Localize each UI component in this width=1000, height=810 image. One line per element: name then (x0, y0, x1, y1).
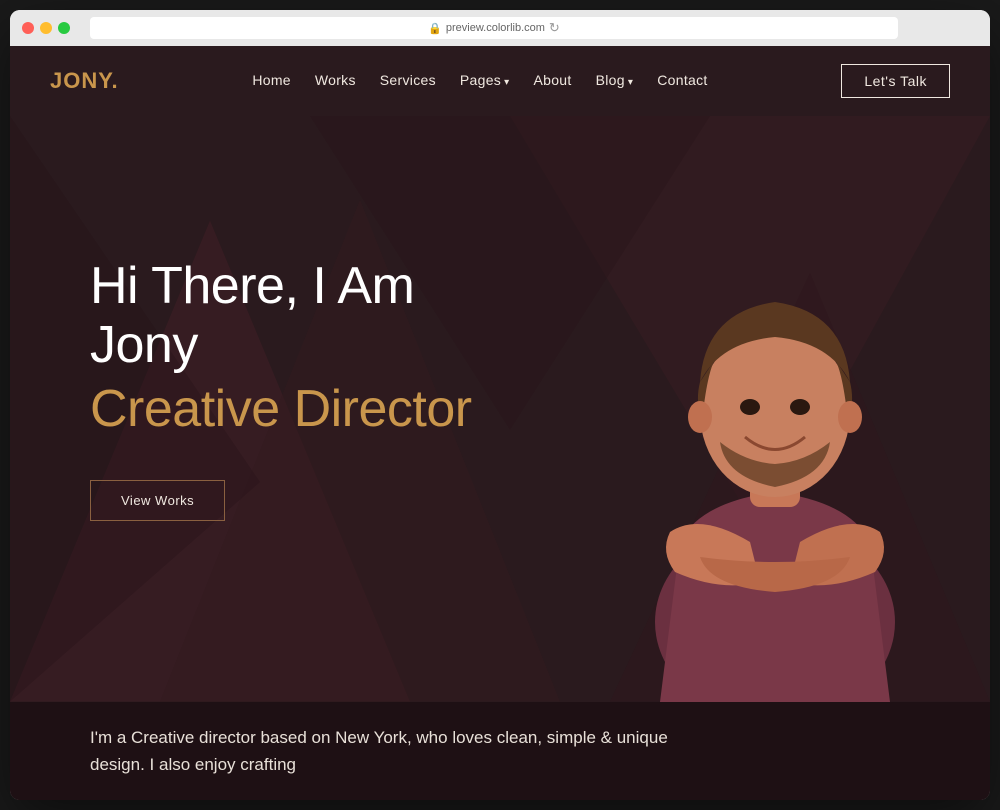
lock-icon: 🔒 (428, 22, 442, 35)
traffic-lights (22, 22, 70, 34)
minimize-button[interactable] (40, 22, 52, 34)
hero-title: Hi There, I Am Jony (90, 257, 530, 377)
nav-item-contact[interactable]: Contact (657, 72, 707, 90)
nav-item-about[interactable]: About (534, 72, 572, 90)
nav-link-contact[interactable]: Contact (657, 72, 707, 88)
nav-link-home[interactable]: Home (252, 72, 291, 88)
bottom-description: I'm a Creative director based on New Yor… (90, 724, 690, 778)
bottom-bar: I'm a Creative director based on New Yor… (10, 702, 990, 800)
hero-subtitle: Creative Director (90, 380, 530, 440)
nav-item-works[interactable]: Works (315, 72, 356, 90)
hero-person-image (620, 186, 930, 701)
site-logo[interactable]: JONY. (50, 68, 119, 94)
hero-content: Hi There, I Am Jony Creative Director Vi… (10, 257, 570, 561)
url-bar[interactable]: 🔒 preview.colorlib.com ↻ (90, 17, 898, 39)
nav-link-about[interactable]: About (534, 72, 572, 88)
cta-button[interactable]: Let's Talk (841, 64, 950, 98)
nav-link-blog[interactable]: Blog (596, 72, 634, 88)
navbar: JONY. Home Works Services Pages About (10, 46, 990, 116)
nav-item-pages[interactable]: Pages (460, 72, 510, 90)
nav-link-works[interactable]: Works (315, 72, 356, 88)
browser-window: 🔒 preview.colorlib.com ↻ JONY. Home Work… (10, 10, 990, 800)
view-works-button[interactable]: View Works (90, 480, 225, 521)
close-button[interactable] (22, 22, 34, 34)
fullscreen-button[interactable] (58, 22, 70, 34)
nav-item-blog[interactable]: Blog (596, 72, 634, 90)
nav-link-services[interactable]: Services (380, 72, 436, 88)
hero-section: Hi There, I Am Jony Creative Director Vi… (10, 116, 990, 702)
website-content: JONY. Home Works Services Pages About (10, 46, 990, 800)
browser-chrome: 🔒 preview.colorlib.com ↻ (10, 10, 990, 46)
nav-link-pages[interactable]: Pages (460, 72, 510, 88)
nav-item-home[interactable]: Home (252, 72, 291, 90)
person-svg (620, 202, 930, 702)
nav-links: Home Works Services Pages About Blog (252, 72, 707, 90)
refresh-icon[interactable]: ↻ (549, 20, 560, 36)
nav-item-services[interactable]: Services (380, 72, 436, 90)
url-text: preview.colorlib.com (446, 22, 545, 34)
